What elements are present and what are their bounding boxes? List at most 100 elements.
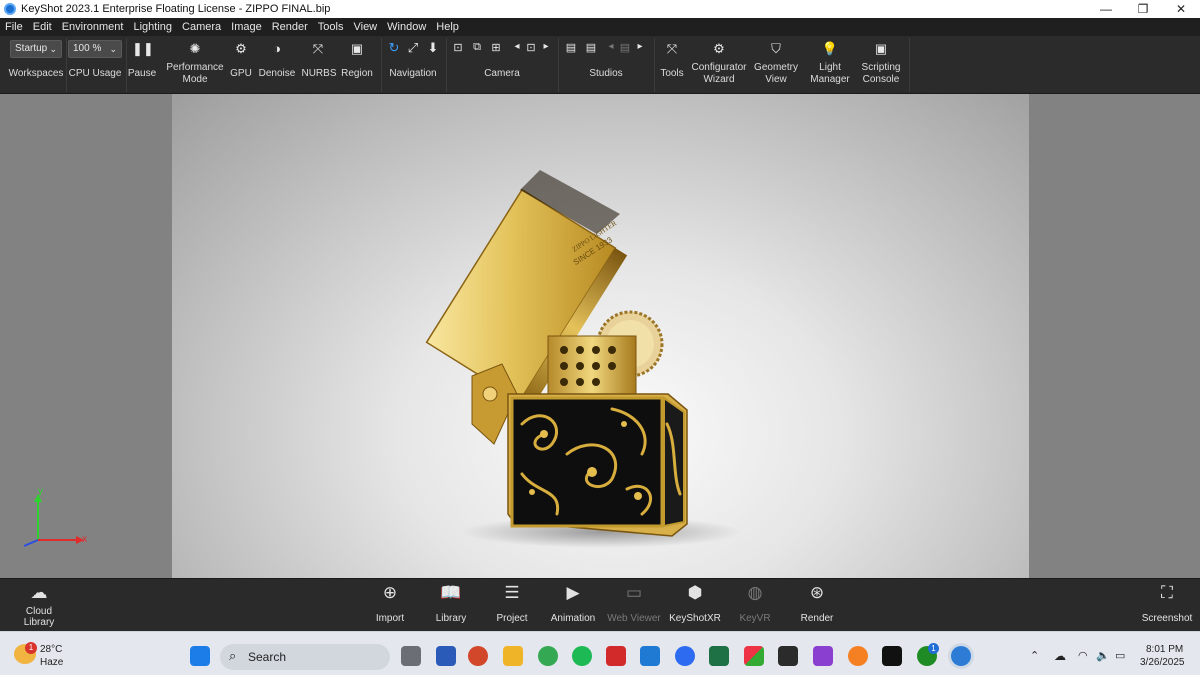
menu-help[interactable]: Help — [436, 21, 459, 33]
taskbar-search[interactable]: Search — [220, 644, 390, 670]
vscode-icon[interactable] — [640, 646, 660, 666]
close-button[interactable]: ✕ — [1162, 0, 1200, 18]
multicolor-app-icon[interactable] — [744, 646, 764, 666]
menu-image[interactable]: Image — [231, 21, 262, 33]
scripting-console-label-1[interactable]: Scripting — [855, 62, 907, 74]
word-icon[interactable] — [436, 646, 456, 666]
library-button[interactable]: 📖 Library — [426, 578, 476, 631]
camera-settings-icon[interactable]: ⊞ — [486, 41, 506, 54]
project-button[interactable]: ☰ Project — [486, 578, 538, 631]
render-icon: ⊛ — [809, 583, 825, 602]
workbench-icon[interactable] — [778, 646, 798, 666]
configurator-label-1[interactable]: Configurator — [689, 62, 749, 74]
menu-edit[interactable]: Edit — [33, 21, 52, 33]
menu-camera[interactable]: Camera — [182, 21, 221, 33]
chevron-down-icon: ⌄ — [49, 44, 57, 54]
powerpoint-icon[interactable] — [468, 646, 488, 666]
navigation-label[interactable]: Navigation — [386, 68, 440, 80]
solidworks-icon[interactable] — [606, 646, 626, 666]
drop-icon[interactable]: ⬇ — [423, 40, 443, 56]
weather-temp[interactable]: 28°C — [40, 644, 62, 655]
web-viewer-button[interactable]: ▭ Web Viewer — [604, 578, 664, 631]
scripting-console-icon[interactable]: ▣ — [871, 41, 891, 57]
fit-view-icon[interactable]: ⤢ — [403, 40, 423, 56]
studio-add-icon[interactable]: ▤ — [581, 41, 601, 54]
configurator-wizard-icon[interactable]: ⚙ — [709, 41, 729, 57]
volume-icon[interactable]: 🔈 — [1096, 649, 1110, 662]
chevron-up-icon[interactable]: ⌃ — [1030, 649, 1039, 662]
menu-lighting[interactable]: Lighting — [133, 21, 172, 33]
task-view-icon[interactable] — [401, 646, 421, 666]
search-icon: ⌕ — [229, 648, 237, 663]
camera-copy-icon[interactable]: ⧉ — [467, 41, 487, 54]
file-explorer-icon[interactable] — [503, 646, 523, 666]
animation-button[interactable]: ▶ Animation — [545, 578, 601, 631]
performance-mode-label-1[interactable]: Performance — [165, 62, 225, 74]
camera-add-icon[interactable]: ⊡ — [448, 41, 468, 54]
excel-icon[interactable] — [709, 646, 729, 666]
minimize-button[interactable]: — — [1087, 0, 1125, 18]
blender-icon[interactable] — [848, 646, 868, 666]
spotify-icon[interactable] — [572, 646, 592, 666]
geometry-label-1[interactable]: Geometry — [749, 62, 803, 74]
screenshot-button[interactable]: ⛶ Screenshot — [1138, 578, 1196, 631]
denoise-icon[interactable]: ◑ — [267, 41, 287, 56]
wifi-icon[interactable]: ◠ — [1078, 649, 1088, 662]
screenshot-icon: ⛶ — [1161, 583, 1173, 602]
gpu-label[interactable]: GPU — [226, 68, 256, 80]
keyshot-taskbar-icon[interactable] — [951, 646, 971, 666]
pause-icon[interactable]: ❚❚ — [132, 41, 154, 57]
vr-headset-icon: ◍ — [747, 583, 763, 602]
onedrive-cloud-icon[interactable]: ☁ — [1054, 649, 1066, 663]
keyshotxr-button[interactable]: ⬢ KeyShotXR — [666, 578, 724, 631]
tools-icon[interactable]: ⤧ — [662, 41, 682, 57]
weather-desc[interactable]: Haze — [40, 657, 63, 668]
clock-time[interactable]: 8:01 PM — [1146, 644, 1183, 655]
menu-tools[interactable]: Tools — [318, 21, 344, 33]
menu-environment[interactable]: Environment — [62, 21, 124, 33]
menu-window[interactable]: Window — [387, 21, 426, 33]
light-manager-label-1[interactable]: Light — [804, 62, 856, 74]
light-manager-icon[interactable]: 💡 — [820, 41, 840, 57]
capcut-icon[interactable] — [882, 646, 902, 666]
chrome-icon[interactable] — [538, 646, 558, 666]
capture-app-icon[interactable] — [813, 646, 833, 666]
menu-view[interactable]: View — [353, 21, 377, 33]
performance-mode-icon[interactable]: ✺ — [185, 41, 205, 57]
gpu-icon[interactable]: ⚙ — [231, 41, 251, 57]
import-button[interactable]: ⊕ Import — [364, 578, 416, 631]
zoom-icon[interactable] — [675, 646, 695, 666]
configurator-label-2[interactable]: Wizard — [689, 74, 749, 86]
next-camera-icon[interactable]: ▸ — [536, 41, 556, 52]
pause-label[interactable]: Pause — [127, 68, 157, 80]
menu-file[interactable]: File — [5, 21, 23, 33]
nurbs-label[interactable]: NURBS — [300, 68, 338, 80]
scripting-console-label-2[interactable]: Console — [855, 74, 907, 86]
battery-icon[interactable]: ▭ — [1115, 649, 1125, 662]
menu-render[interactable]: Render — [272, 21, 308, 33]
studio-icon[interactable]: ▤ — [561, 41, 581, 54]
tools-label[interactable]: Tools — [656, 68, 688, 80]
windows-start-icon[interactable] — [190, 646, 210, 666]
render-viewport[interactable]: ZIPPO LIGHTER SINCE 1933 — [172, 94, 1029, 578]
light-manager-label-2[interactable]: Manager — [804, 74, 856, 86]
windows-taskbar — [0, 631, 1200, 675]
clock-date[interactable]: 3/26/2025 — [1140, 657, 1185, 668]
performance-mode-label-2[interactable]: Mode — [165, 74, 225, 86]
restore-button[interactable]: ❐ — [1124, 0, 1162, 18]
region-icon[interactable]: ▣ — [347, 41, 367, 57]
nurbs-icon[interactable]: ⤧ — [308, 41, 328, 57]
workspace-dropdown[interactable]: Startup ⌄ — [10, 40, 62, 58]
refresh-icon[interactable]: ↻ — [384, 40, 404, 56]
geometry-label-2[interactable]: View — [749, 74, 803, 86]
cpu-usage-dropdown[interactable]: 100 % ⌄ — [68, 40, 122, 58]
cloud-library-button[interactable]: ☁ Cloud Library — [12, 578, 66, 631]
studios-label[interactable]: Studios — [583, 68, 629, 80]
next-studio-icon[interactable]: ▸ — [630, 41, 650, 52]
geometry-view-icon[interactable]: ⛉ — [766, 41, 786, 57]
denoise-label[interactable]: Denoise — [257, 68, 297, 80]
keyvr-button[interactable]: ◍ KeyVR — [730, 578, 780, 631]
camera-label[interactable]: Camera — [476, 68, 528, 80]
region-label[interactable]: Region — [339, 68, 375, 80]
render-button[interactable]: ⊛ Render — [792, 578, 842, 631]
